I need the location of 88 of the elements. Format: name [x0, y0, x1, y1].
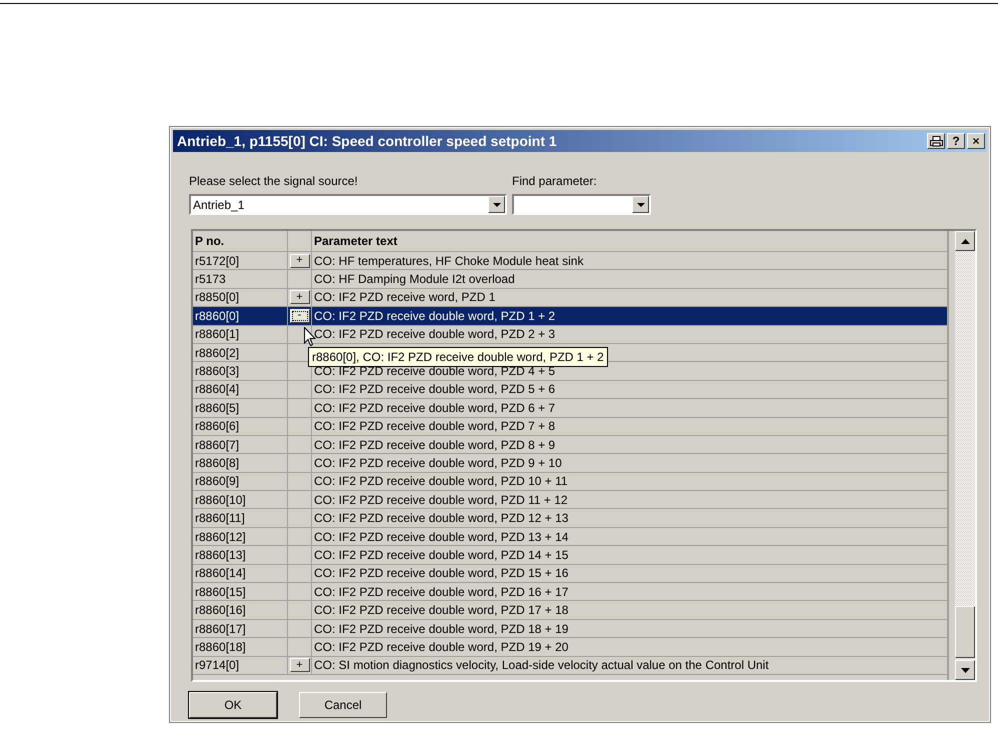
up-arrow-icon [960, 238, 970, 244]
table-cell-text: CO: IF2 PZD receive double word, PZD 10 + 11 [313, 473, 569, 490]
table-row[interactable]: r8860[10] CO: IF2 PZD receive double word, PZD 11 + 12 [193, 491, 948, 510]
source-dropdown[interactable]: Antrieb_1 [189, 194, 507, 215]
table-cell: r8860[8] [193, 454, 288, 472]
table-cell: r8850[0] [193, 288, 288, 306]
window-title: Antrieb_1, p1155[0] CI: Speed controller speed setpoint 1 [177, 133, 557, 149]
table-cell: r5173 [193, 270, 288, 288]
table-row[interactable]: r8860[15] CO: IF2 PZD receive double word, PZD 16 + 17 [193, 583, 948, 602]
table-cell-text: CO: IF2 PZD receive double word, PZD 15 + 16 [313, 565, 570, 582]
column-header: P no. [193, 231, 288, 251]
table-cell-text: CO: IF2 PZD receive double word, PZD 13 + 14 [313, 528, 570, 546]
tooltip: r8860[0], CO: IF2 PZD receive double word, PZD 1 + 2 [308, 347, 608, 367]
table-cell: r8860[6] [193, 418, 288, 435]
table-cell-text: CO: IF2 PZD receive double word, PZD 2 + 3 [313, 326, 556, 343]
scroll-thumb[interactable] [955, 606, 975, 658]
table-cell-text: CO: IF2 PZD receive double word, PZD 14 + 15 [313, 546, 570, 564]
table-cell: r8860[5] [193, 399, 288, 417]
table-cell: r8860[7] [193, 436, 288, 454]
table-cell: r8860[10] [193, 491, 288, 508]
table-row[interactable]: r8860[12] CO: IF2 PZD receive double word, PZD 13 + 14 [193, 528, 948, 546]
close-button[interactable]: × [967, 133, 985, 149]
table-cell-text: CO: IF2 PZD receive double word, PZD 18 + 19 [313, 620, 570, 638]
cancel-button[interactable]: Cancel [299, 692, 387, 718]
table-cell: r8860[4] [193, 380, 288, 398]
table-row[interactable]: r9714[0] + CO: SI motion diagnostics velocity, Load-side velocity actual value on the Control Unit [193, 656, 948, 675]
table-cell-text: CO: IF2 PZD receive double word, PZD 11 + 12 [313, 492, 569, 508]
table-cell: r8860[11] [193, 509, 288, 527]
table-cell: r9714[0] [193, 656, 288, 674]
table-cell-text: CO: IF2 PZD receive double word, PZD 17 + 18 [313, 602, 570, 619]
table-row[interactable]: r8860[18] CO: IF2 PZD receive double word, PZD 19 + 20 [193, 638, 948, 657]
table-cell-text: CO: IF2 PZD receive double word, PZD 7 + 8 [313, 418, 556, 435]
table-cell-text: CO: HF Damping Module I2t overload [313, 271, 516, 288]
table-row[interactable]: r5173 CO: HF Damping Module I2t overload [193, 270, 948, 289]
scroll-up-button[interactable] [955, 231, 975, 251]
table-cell: r8860[16] [193, 601, 288, 619]
column-header: Parameter text [313, 233, 398, 250]
table-row[interactable]: r8860[16] CO: IF2 PZD receive double word, PZD 17 + 18 [193, 601, 948, 620]
table-cell: r8860[15] [193, 583, 288, 600]
table-cell-text: CO: IF2 PZD receive double word, PZD 9 + 10 [313, 454, 563, 472]
table-cell: r8860[12] [193, 528, 288, 546]
expand-toggle[interactable]: - [290, 308, 310, 323]
table-row[interactable]: r8860[9] CO: IF2 PZD receive double word, PZD 10 + 11 [193, 472, 948, 492]
help-button[interactable]: ? [947, 133, 965, 149]
table-cell: r8860[14] [193, 564, 288, 582]
table-cell: r8860[0] [193, 307, 288, 325]
printer-icon [930, 136, 942, 146]
field-label: Find parameter: [512, 174, 598, 188]
expand-toggle[interactable]: + [290, 290, 310, 304]
table-row[interactable]: r8860[14] CO: IF2 PZD receive double word, PZD 15 + 16 [193, 564, 948, 584]
table-cell: r8860[2] [193, 344, 288, 362]
table-row[interactable]: r8860[4] CO: IF2 PZD receive double word, PZD 5 + 6 [193, 380, 948, 400]
table-cell: r8860[18] [193, 638, 288, 656]
table-cell: r8860[9] [193, 472, 288, 490]
table-row[interactable]: r8860[7] CO: IF2 PZD receive double word, PZD 8 + 9 [193, 436, 948, 454]
expand-toggle[interactable]: + [290, 254, 310, 268]
mouse-pointer-icon [304, 327, 316, 346]
table-cell-text: CO: IF2 PZD receive double word, PZD 12 + 13 [313, 510, 570, 527]
table-row[interactable]: r5172[0] + CO: HF temperatures, HF Choke Module heat sink [193, 252, 948, 270]
table-row[interactable]: r8860[17] CO: IF2 PZD receive double word, PZD 18 + 19 [193, 620, 948, 638]
table-row[interactable]: r8860[11] CO: IF2 PZD receive double word, PZD 12 + 13 [193, 509, 948, 528]
table-cell-text: CO: SI motion diagnostics velocity, Load-side velocity actual value on the Control Unit [313, 657, 770, 674]
print-button[interactable] [927, 133, 945, 149]
table-cell: r8860[1] [193, 326, 288, 343]
table-cell-text: CO: IF2 PZD receive double word, PZD 8 + 9 [313, 436, 556, 454]
table-row[interactable]: r8860[8] CO: IF2 PZD receive double word, PZD 9 + 10 [193, 454, 948, 473]
table-cell: r8860[3] [193, 362, 288, 380]
table-row[interactable]: r8860[5] CO: IF2 PZD receive double word, PZD 6 + 7 [193, 399, 948, 418]
table-cell: r5172[0] [193, 252, 288, 270]
table-row[interactable]: r8860[6] CO: IF2 PZD receive double word, PZD 7 + 8 [193, 418, 948, 436]
table-cell-text: CO: IF2 PZD receive double word, PZD 5 + 6 [313, 381, 556, 398]
table-cell: r8860[13] [193, 546, 288, 564]
field-label: Please select the signal source! [189, 174, 359, 188]
table-cell-text: CO: IF2 PZD receive double word, PZD 6 + 7 [313, 400, 556, 417]
table-cell-text: CO: IF2 PZD receive double word, PZD 19 + 20 [313, 638, 570, 656]
table-cell-text: CO: IF2 PZD receive double word, PZD 1 + 2 [313, 308, 556, 325]
table-cell-text: CO: HF temperatures, HF Choke Module heat sink [313, 252, 584, 270]
find-dropdown[interactable] [512, 194, 651, 215]
table-row[interactable]: r8860[0] - CO: IF2 PZD receive double word, PZD 1 + 2 [193, 307, 948, 326]
scrollbar[interactable] [955, 231, 975, 680]
expand-toggle[interactable]: + [290, 658, 310, 672]
table-cell: r8860[17] [193, 620, 288, 638]
down-arrow-icon [960, 668, 970, 672]
table-cell-text: CO: IF2 PZD receive double word, PZD 16 + 17 [313, 584, 570, 600]
table-row[interactable]: r8860[13] CO: IF2 PZD receive double word, PZD 14 + 15 [193, 546, 948, 565]
ok-button[interactable]: OK [189, 692, 277, 718]
table-cell-text: CO: IF2 PZD receive word, PZD 1 [313, 289, 496, 306]
scroll-down-button[interactable] [955, 660, 975, 680]
